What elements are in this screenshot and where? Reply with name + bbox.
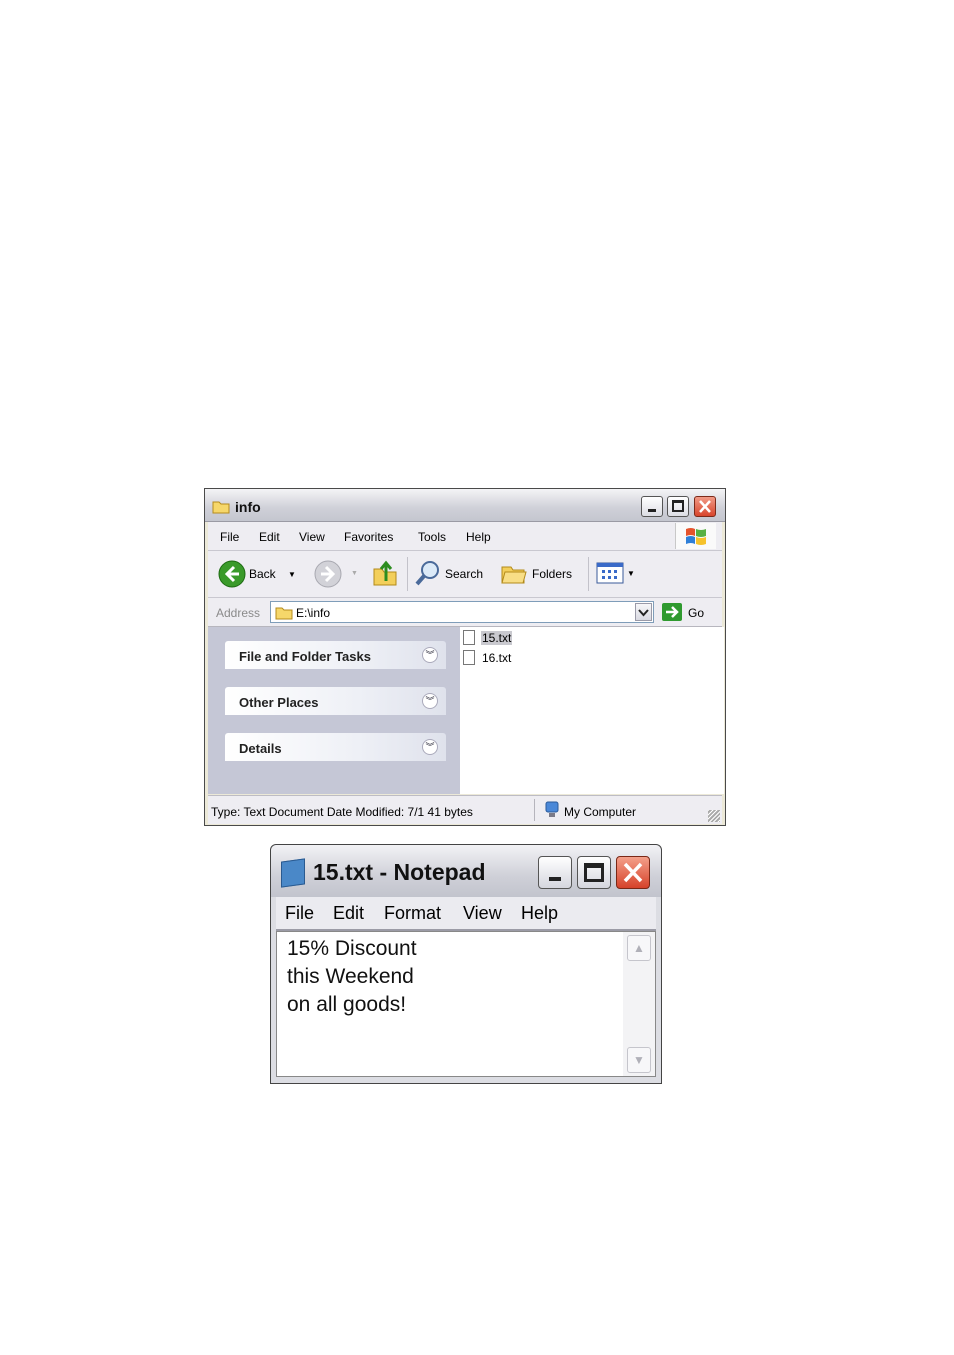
text-file-icon	[463, 630, 475, 645]
task-group-file-folder[interactable]: File and Folder Tasks ︾	[225, 641, 446, 669]
status-divider	[534, 799, 535, 821]
menu-help[interactable]: Help	[521, 903, 558, 924]
menu-edit[interactable]: Edit	[259, 530, 280, 544]
close-icon	[623, 862, 643, 883]
close-icon	[699, 500, 711, 513]
explorer-menu-bar: File Edit View Favorites Tools Help	[208, 522, 722, 551]
minimize-button[interactable]	[641, 496, 663, 517]
views-dropdown-icon: ▼	[627, 569, 635, 578]
file-name: 16.txt	[482, 651, 512, 665]
task-pane: File and Folder Tasks ︾ Other Places ︾ D…	[208, 627, 460, 794]
maximize-icon	[584, 863, 604, 882]
task-group-title: Details	[239, 741, 282, 756]
forward-dropdown-icon[interactable]: ▼	[351, 570, 358, 577]
views-icon	[596, 562, 624, 584]
menu-format[interactable]: Format	[384, 903, 441, 924]
file-list: 15.txt 16.txt	[460, 627, 724, 794]
back-dropdown-icon[interactable]: ▼	[288, 570, 296, 579]
folder-icon	[275, 607, 293, 620]
minimize-button[interactable]	[538, 856, 572, 889]
toolbar-separator	[407, 557, 408, 591]
forward-arrow-icon[interactable]	[314, 560, 342, 588]
views-button[interactable]: ▼	[596, 561, 638, 587]
explorer-title-bar[interactable]: info	[205, 489, 725, 522]
folders-icon	[501, 566, 527, 584]
search-icon	[415, 561, 439, 586]
menu-help[interactable]: Help	[466, 530, 491, 544]
menu-file[interactable]: File	[285, 903, 314, 924]
explorer-window: info File Edit View Favorites Tools Help	[204, 488, 726, 826]
address-input[interactable]: E:\info	[270, 601, 654, 623]
notepad-window: 15.txt - Notepad File Edit Format View H…	[270, 844, 662, 1084]
text-line: this Weekend	[287, 965, 414, 988]
go-arrow-icon	[666, 606, 679, 618]
back-label: Back	[249, 567, 276, 581]
windows-flag-icon	[686, 528, 706, 545]
expand-chevron-icon[interactable]: ︾	[422, 693, 438, 709]
back-button[interactable]: Back ▼	[218, 559, 300, 589]
notepad-menu-bar: File Edit Format View Help	[276, 897, 656, 931]
scroll-down-button[interactable]: ▼	[627, 1047, 651, 1073]
folders-label: Folders	[532, 567, 573, 581]
menu-view[interactable]: View	[299, 530, 325, 544]
close-button[interactable]	[616, 856, 650, 889]
windows-logo	[675, 523, 716, 549]
resize-grip-icon[interactable]	[708, 810, 720, 822]
notepad-icon	[281, 858, 305, 888]
address-path: E:\info	[296, 606, 331, 620]
notepad-title-bar[interactable]: 15.txt - Notepad	[271, 845, 661, 897]
explorer-toolbar: Back ▼ ▼ Search Folders ▼	[208, 551, 722, 598]
scroll-up-button[interactable]: ▲	[627, 935, 651, 961]
minimize-icon	[549, 877, 561, 881]
text-file-icon	[463, 650, 475, 665]
folders-button[interactable]: Folders	[500, 559, 580, 589]
go-label[interactable]: Go	[688, 606, 704, 620]
chevron-down-icon: ▼	[633, 1053, 645, 1067]
text-line: 15% Discount	[287, 937, 417, 960]
status-bar: Type: Text Document Date Modified: 7/1 4…	[208, 795, 722, 824]
address-label: Address	[216, 606, 261, 620]
search-label: Search	[445, 567, 484, 581]
expand-chevron-icon[interactable]: ︾	[422, 739, 438, 755]
menu-favorites[interactable]: Favorites	[344, 530, 393, 544]
maximize-button[interactable]	[577, 856, 611, 889]
maximize-icon	[672, 500, 684, 512]
explorer-title: info	[235, 499, 261, 515]
up-folder-icon[interactable]	[372, 559, 398, 587]
maximize-button[interactable]	[667, 496, 689, 517]
task-group-title: File and Folder Tasks	[239, 649, 371, 664]
notepad-title: 15.txt - Notepad	[313, 859, 486, 885]
back-arrow-icon	[218, 560, 246, 588]
vertical-scrollbar[interactable]: ▲ ▼	[623, 932, 655, 1076]
task-group-title: Other Places	[239, 695, 319, 710]
menu-tools[interactable]: Tools	[418, 530, 446, 544]
address-bar: Address E:\info Go	[208, 598, 722, 627]
computer-icon	[545, 801, 559, 817]
close-button[interactable]	[694, 496, 716, 517]
status-location: My Computer	[564, 805, 637, 819]
file-name: 15.txt	[481, 631, 513, 645]
minimize-icon	[648, 509, 656, 512]
toolbar-separator	[588, 557, 589, 591]
menu-edit[interactable]: Edit	[333, 903, 364, 924]
address-dropdown-button[interactable]	[635, 603, 652, 621]
notepad-text-area[interactable]: 15% Discount this Weekend on all goods! …	[276, 931, 656, 1077]
task-group-other-places[interactable]: Other Places ︾	[225, 687, 446, 715]
text-line: on all goods!	[287, 993, 407, 1016]
chevron-down-icon	[638, 609, 649, 617]
menu-file[interactable]: File	[220, 530, 239, 544]
chevron-up-icon: ▲	[633, 941, 645, 955]
search-button[interactable]: Search	[414, 559, 492, 589]
task-group-details[interactable]: Details ︾	[225, 733, 446, 761]
expand-chevron-icon[interactable]: ︾	[422, 647, 438, 663]
menu-view[interactable]: View	[463, 903, 502, 924]
go-button[interactable]	[662, 603, 682, 621]
folder-icon	[212, 501, 230, 514]
status-info: Type: Text Document Date Modified: 7/1 4…	[211, 805, 473, 819]
